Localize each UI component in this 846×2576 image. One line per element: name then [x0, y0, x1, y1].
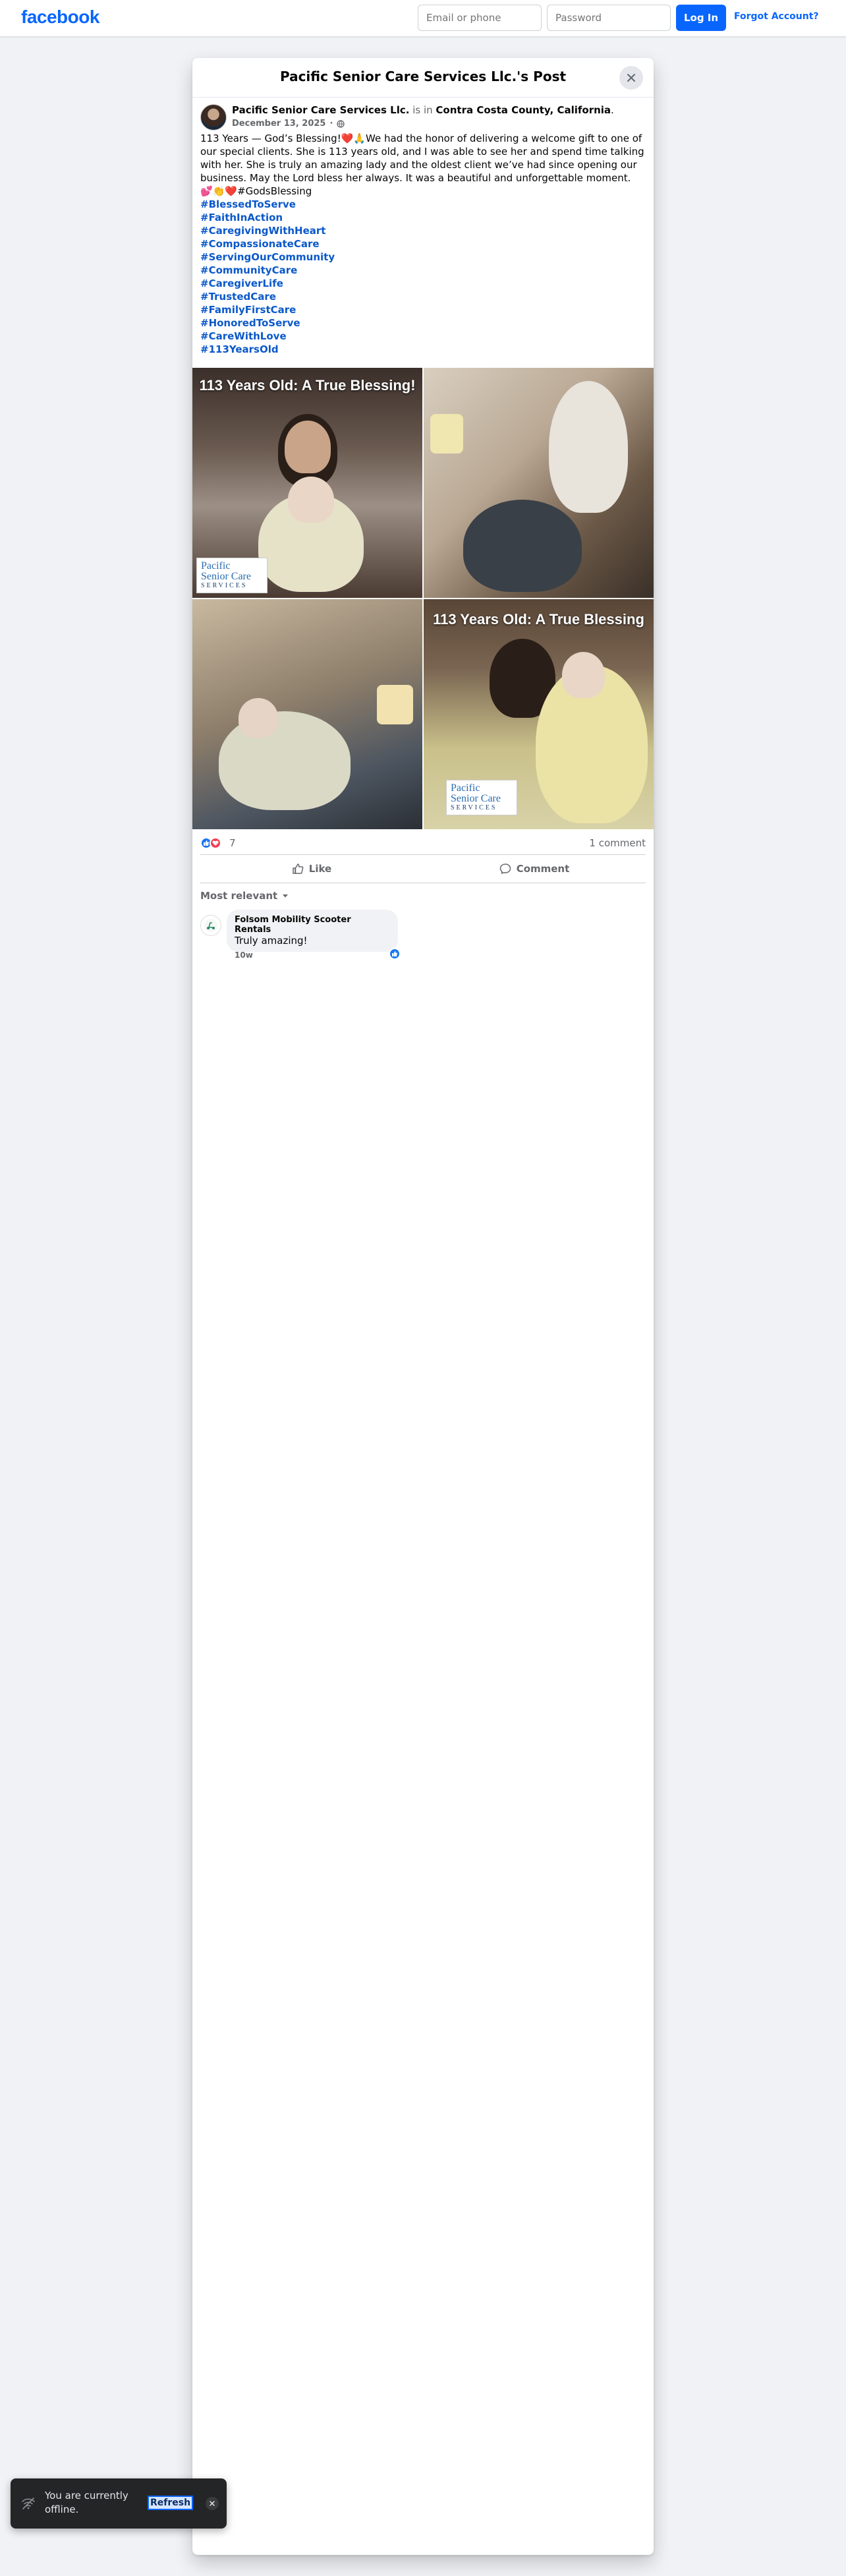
- reaction-count[interactable]: 7: [229, 837, 236, 849]
- comment-button[interactable]: Comment: [423, 855, 646, 883]
- close-icon: [627, 74, 635, 82]
- brand-badge: Pacific Senior Care SERVICES: [446, 780, 517, 815]
- location-suffix: .: [611, 104, 614, 116]
- commenter-name-link[interactable]: Folsom Mobility Scooter Rentals: [235, 915, 390, 935]
- comment-sort-dropdown[interactable]: Most relevant: [200, 890, 289, 902]
- forgot-account-link[interactable]: Forgot Account?: [734, 11, 819, 22]
- chevron-down-icon: [283, 894, 289, 898]
- hashtag-link[interactable]: #CommunityCare: [200, 264, 646, 277]
- badge-line-1: Pacific: [451, 782, 480, 794]
- hashtag-link[interactable]: #ServingOurCommunity: [200, 250, 646, 264]
- reaction-icons[interactable]: [200, 837, 221, 849]
- post-photo[interactable]: [424, 368, 654, 598]
- love-reaction-icon: [210, 837, 221, 849]
- is-in-text: is in: [412, 104, 433, 116]
- photo-figure: [377, 685, 413, 724]
- comment-text: Truly amazing!: [235, 935, 308, 947]
- hashtag-link[interactable]: #CaregiverLife: [200, 277, 646, 290]
- photo-figure: [549, 381, 628, 513]
- comment-label: Comment: [516, 863, 570, 875]
- comment-bubble: Folsom Mobility Scooter Rentals Truly am…: [227, 910, 398, 952]
- post-actions: Like Comment: [200, 854, 646, 883]
- wifi-off-icon: [22, 2498, 35, 2509]
- toast-close-button[interactable]: [206, 2497, 219, 2510]
- post-emoji-line: 💕👏❤️#GodsBlessing: [200, 185, 312, 197]
- hashtag-list: #BlessedToServe #FaithInAction #Caregivi…: [200, 198, 646, 356]
- password-input[interactable]: [547, 5, 671, 31]
- offline-toast: You are currently offline. Refresh: [11, 2478, 227, 2529]
- photo-figure: [239, 698, 278, 738]
- hashtag-link[interactable]: #CompassionateCare: [200, 237, 646, 250]
- post-date-link[interactable]: December 13, 2025: [232, 119, 325, 129]
- badge-line-3: SERVICES: [201, 582, 248, 589]
- badge-line-2: Senior Care: [201, 571, 251, 582]
- post-date-line: December 13, 2025 ·: [232, 119, 345, 129]
- brand-badge: Pacific Senior Care SERVICES: [196, 558, 268, 593]
- commenter-avatar[interactable]: [200, 915, 221, 936]
- close-icon: [210, 2501, 215, 2506]
- photo-grid: 113 Years Old: A True Blessing! Pacific …: [192, 368, 654, 829]
- hashtag-link[interactable]: #HonoredToServe: [200, 316, 646, 330]
- post-header: Pacific Senior Care Services Llc. is in …: [192, 98, 654, 132]
- sort-label: Most relevant: [200, 890, 278, 902]
- comment-count-link[interactable]: 1 comment: [589, 837, 646, 849]
- comment-like-reaction-icon[interactable]: [389, 948, 401, 960]
- author-line: Pacific Senior Care Services Llc. is in …: [232, 104, 614, 116]
- dialog-header: Pacific Senior Care Services Llc.'s Post: [192, 58, 654, 98]
- thumbs-up-icon: [293, 864, 304, 874]
- scooter-logo-icon: [204, 919, 217, 932]
- refresh-button[interactable]: Refresh: [148, 2496, 194, 2510]
- photo-caption: 113 Years Old: A True Blessing!: [199, 377, 416, 394]
- hashtag-link[interactable]: #113YearsOld: [200, 343, 646, 356]
- post-body: 113 Years — God’s Blessing!❤️🙏We had the…: [200, 132, 644, 184]
- globe-icon: [337, 119, 345, 128]
- photo-caption: 113 Years Old: A True Blessing: [433, 611, 644, 628]
- offline-message: You are currently offline.: [45, 2490, 128, 2515]
- comment-time[interactable]: 10w: [235, 951, 253, 960]
- author-avatar[interactable]: [200, 104, 227, 131]
- close-button[interactable]: [619, 66, 643, 90]
- badge-line-2: Senior Care: [451, 793, 501, 804]
- like-label: Like: [308, 863, 332, 875]
- date-separator: ·: [329, 119, 333, 129]
- hashtag-link[interactable]: #CareWithLove: [200, 330, 646, 343]
- badge-line-1: Pacific: [201, 560, 231, 571]
- photo-figure: [285, 421, 331, 473]
- badge-line-3: SERVICES: [451, 804, 497, 811]
- email-input[interactable]: [418, 5, 542, 31]
- post-photo[interactable]: [192, 599, 422, 829]
- hashtag-link[interactable]: #BlessedToServe: [200, 198, 646, 211]
- photo-figure: [430, 414, 463, 454]
- post-dialog: Pacific Senior Care Services Llc.'s Post…: [192, 58, 654, 2555]
- location-link[interactable]: Contra Costa County, California: [436, 104, 611, 116]
- post-photo[interactable]: 113 Years Old: A True Blessing! Pacific …: [192, 368, 422, 598]
- hashtag-link[interactable]: #CaregivingWithHeart: [200, 224, 646, 237]
- hashtag-link[interactable]: #FamilyFirstCare: [200, 303, 646, 316]
- comment-icon: [499, 864, 511, 874]
- photo-figure: [463, 500, 582, 592]
- log-in-button[interactable]: Log In: [676, 5, 726, 31]
- dialog-title: Pacific Senior Care Services Llc.'s Post: [279, 69, 567, 84]
- like-button[interactable]: Like: [200, 855, 423, 883]
- post-text: 113 Years — God’s Blessing!❤️🙏We had the…: [192, 132, 654, 356]
- author-name-link[interactable]: Pacific Senior Care Services Llc.: [232, 104, 409, 116]
- photo-figure: [288, 477, 334, 523]
- hashtag-link[interactable]: #TrustedCare: [200, 290, 646, 303]
- top-navigation: facebook Log In Forgot Account?: [0, 0, 846, 37]
- reactions-bar: 7 1 comment: [200, 836, 646, 852]
- post-photo[interactable]: 113 Years Old: A True Blessing Pacific S…: [424, 599, 654, 829]
- facebook-logo[interactable]: facebook: [21, 7, 99, 28]
- hashtag-link[interactable]: #FaithInAction: [200, 211, 646, 224]
- photo-figure: [562, 652, 605, 698]
